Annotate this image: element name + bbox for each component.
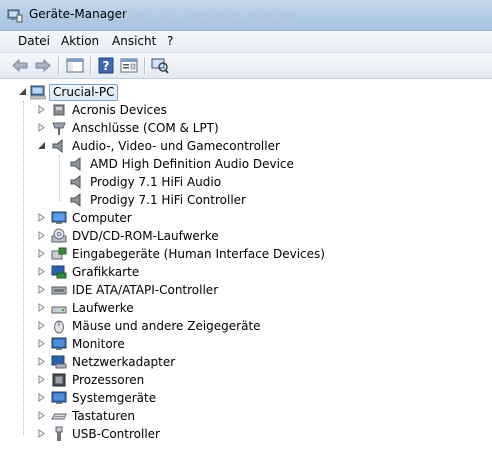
tree-category-label: Anschlüsse (COM & LPT): [72, 121, 219, 135]
tree-device[interactable]: Prodigy 7.1 HiFi Audio: [0, 173, 492, 191]
tree-category-label: DVD/CD-ROM-Laufwerke: [72, 229, 219, 243]
menu-ansicht[interactable]: Ansicht: [109, 34, 159, 48]
tree-category-label: IDE ATA/ATAPI-Controller: [72, 283, 219, 297]
tree-category[interactable]: Computer: [0, 209, 492, 227]
tree-category[interactable]: Netzwerkadapter: [0, 353, 492, 371]
tree-category[interactable]: USB-Controller: [0, 425, 492, 443]
tree-category-label: Prozessoren: [72, 373, 145, 387]
expand-triangle-icon[interactable]: [37, 339, 46, 348]
expand-triangle-icon[interactable]: [37, 267, 46, 276]
tree-device-label: Prodigy 7.1 HiFi Audio: [90, 175, 222, 189]
disk-drive-icon: [51, 306, 67, 314]
back-arrow-icon[interactable]: [10, 56, 30, 75]
tree-category[interactable]: Eingabegeräte (Human Interface Devices): [0, 245, 492, 263]
tree-device[interactable]: Prodigy 7.1 HiFi Controller: [0, 191, 492, 209]
expand-triangle-icon[interactable]: [37, 123, 46, 132]
tree-root-row[interactable]: Crucial-PC: [0, 83, 492, 101]
tree-category[interactable]: Acronis Devices: [0, 101, 492, 119]
computer-icon: [30, 85, 46, 100]
svg-text:?: ?: [103, 59, 110, 73]
tree-category-label: Mäuse und andere Zeigegeräte: [72, 319, 261, 333]
port-icon: [52, 122, 66, 135]
usb-icon: [55, 426, 63, 441]
menu-bar: Datei Aktion Ansicht ?: [0, 31, 492, 53]
speaker-icon: [70, 174, 81, 190]
tree-category[interactable]: Mäuse und andere Zeigegeräte: [0, 317, 492, 335]
mouse-icon: [54, 320, 64, 334]
expand-triangle-icon[interactable]: [37, 303, 46, 312]
tree-category[interactable]: Audio-, Video- und Gamecontroller: [0, 137, 492, 155]
expand-triangle-icon[interactable]: [37, 375, 46, 384]
window-title: Geräte-Manager: [29, 7, 127, 21]
tree-category-label: Audio-, Video- und Gamecontroller: [72, 139, 280, 153]
network-adapter-icon: [51, 355, 67, 369]
properties-icon[interactable]: [119, 56, 139, 75]
system-device-icon: [51, 391, 67, 404]
tree-category[interactable]: IDE ATA/ATAPI-Controller: [0, 281, 492, 299]
tree-category[interactable]: DVD/CD-ROM-Laufwerke: [0, 227, 492, 245]
speaker-icon: [52, 138, 63, 154]
tree-category-label: Systemgeräte: [72, 391, 157, 405]
device-tree[interactable]: Crucial-PC Acronis Devices Anschlüsse (C…: [0, 79, 492, 453]
tree-category-label: USB-Controller: [72, 427, 160, 441]
tree-device[interactable]: AMD High Definition Audio Device: [0, 155, 492, 173]
tree-category-label: Netzwerkadapter: [72, 355, 176, 369]
title-bar[interactable]: Geräte-Manager User den Computer anzeige…: [0, 0, 492, 31]
expand-triangle-icon[interactable]: [37, 249, 46, 258]
toolbar-separator: [90, 57, 92, 74]
window-subtitle: User den Computer anzeigen: [124, 7, 300, 21]
speaker-icon: [70, 156, 81, 172]
tree-category[interactable]: Prozessoren: [0, 371, 492, 389]
display-adapter-icon: [51, 265, 67, 279]
expand-triangle-icon[interactable]: [37, 357, 46, 366]
menu-aktion[interactable]: Aktion: [58, 34, 102, 48]
expand-triangle-icon[interactable]: [37, 105, 46, 114]
acronis-device-icon: [53, 104, 65, 116]
collapse-triangle-icon[interactable]: [18, 87, 27, 96]
optical-drive-icon: [51, 228, 67, 243]
tree-category-label: Acronis Devices: [72, 103, 167, 117]
tree-category[interactable]: Tastaturen: [0, 407, 492, 425]
menu-datei[interactable]: Datei: [15, 34, 53, 48]
expand-triangle-icon[interactable]: [37, 231, 46, 240]
tree-category[interactable]: Grafikkarte: [0, 263, 492, 281]
tree-device-label: Prodigy 7.1 HiFi Controller: [90, 193, 246, 207]
tree-category-label: Laufwerke: [72, 301, 134, 315]
keyboard-icon: [51, 413, 67, 420]
computer-icon: [51, 211, 67, 224]
toolbar-separator: [58, 57, 60, 74]
monitor-icon: [51, 337, 67, 350]
tree-root-label[interactable]: Crucial-PC: [49, 84, 119, 101]
help-icon[interactable]: ?: [96, 56, 116, 75]
collapse-triangle-icon[interactable]: [37, 141, 46, 150]
toolbar: ?: [0, 53, 492, 79]
speaker-icon: [70, 192, 81, 208]
tree-category[interactable]: Laufwerke: [0, 299, 492, 317]
expand-triangle-icon[interactable]: [37, 213, 46, 222]
menu-help[interactable]: ?: [164, 34, 176, 48]
hid-icon: [51, 247, 67, 260]
tree-category[interactable]: Monitore: [0, 335, 492, 353]
expand-triangle-icon[interactable]: [37, 429, 46, 438]
processor-icon: [52, 373, 66, 387]
device-manager-icon: [7, 9, 23, 23]
expand-triangle-icon[interactable]: [37, 285, 46, 294]
ide-controller-icon: [51, 286, 67, 295]
tree-category-label: Tastaturen: [72, 409, 135, 423]
tree-category-label: Grafikkarte: [72, 265, 140, 279]
expand-triangle-icon[interactable]: [37, 393, 46, 402]
toolbar-separator: [144, 57, 146, 74]
tree-category[interactable]: Anschlüsse (COM & LPT): [0, 119, 492, 137]
tree-device-label: AMD High Definition Audio Device: [90, 157, 294, 171]
forward-arrow-icon[interactable]: [33, 56, 53, 75]
tree-category-label: Monitore: [72, 337, 125, 351]
tree-category[interactable]: Systemgeräte: [0, 389, 492, 407]
expand-triangle-icon[interactable]: [37, 321, 46, 330]
scan-hardware-icon[interactable]: [150, 56, 170, 75]
tree-category-label: Computer: [72, 211, 132, 225]
tree-category-label: Eingabegeräte (Human Interface Devices): [72, 247, 325, 261]
show-hide-console-tree-icon[interactable]: [65, 56, 85, 75]
expand-triangle-icon[interactable]: [37, 411, 46, 420]
